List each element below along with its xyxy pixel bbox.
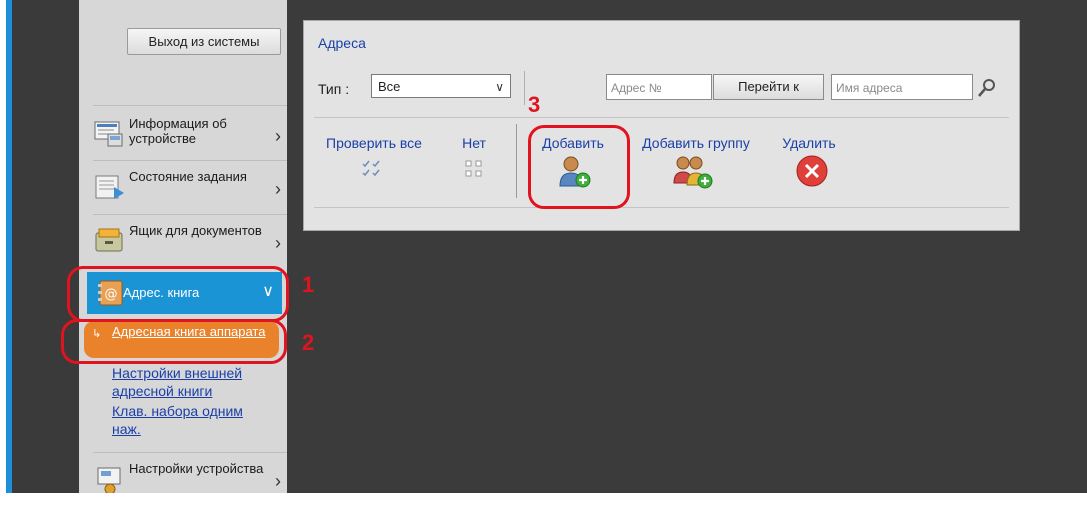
logout-button[interactable]: Выход из системы <box>127 28 281 55</box>
device-settings-icon <box>97 467 121 493</box>
address-number-input[interactable]: Адрес № <box>606 74 712 100</box>
delete-icon[interactable] <box>795 154 829 188</box>
address-name-input[interactable]: Имя адреса <box>831 74 973 100</box>
chevron-right-icon: › <box>275 126 281 146</box>
sidebar-divider <box>93 160 287 161</box>
callout-number-1: 1 <box>302 272 315 297</box>
panel-title: Адреса <box>318 35 366 51</box>
add-group-icon[interactable] <box>672 153 716 191</box>
type-label: Тип : <box>318 81 350 97</box>
callout-ring-1 <box>67 266 289 322</box>
sidebar-item-label: Информация об устройстве <box>129 116 227 146</box>
none-label[interactable]: Нет <box>456 135 492 151</box>
sidebar-item-device-info[interactable]: Информация об устройстве › <box>93 110 287 162</box>
divider <box>314 207 1009 208</box>
sidebar-item-label: Настройки устройства <box>129 461 264 476</box>
search-icon[interactable] <box>977 78 997 98</box>
browser-viewport: Выход из системы Информация об устройств… <box>0 0 1087 493</box>
chevron-right-icon: › <box>275 471 281 491</box>
sidebar-subitem-external-address-book[interactable]: Настройки внешней адресной книги <box>112 364 272 400</box>
chevron-right-icon: › <box>275 179 281 199</box>
sidebar-divider <box>93 214 287 215</box>
sidebar-item-label: Состояние задания <box>129 169 247 184</box>
sidebar-item-document-box[interactable]: Ящик для документов › <box>93 217 287 269</box>
callout-number-3: 3 <box>528 92 541 117</box>
callout-ring-2 <box>61 319 287 364</box>
sidebar-divider <box>93 452 287 453</box>
divider <box>516 124 517 198</box>
device-info-icon <box>94 121 123 147</box>
sidebar-item-job-status[interactable]: Состояние задания › <box>93 163 287 215</box>
callout-number-2: 2 <box>302 330 315 355</box>
divider <box>524 71 525 105</box>
add-group-label[interactable]: Добавить группу <box>631 135 761 151</box>
uncheck-all-icon[interactable] <box>465 160 483 178</box>
callout-ring-3 <box>528 125 630 209</box>
type-select[interactable]: Все ∨ <box>371 74 511 98</box>
delete-label[interactable]: Удалить <box>774 135 844 151</box>
divider <box>314 117 1009 118</box>
chevron-down-icon: ∨ <box>495 80 504 94</box>
sidebar-item-device-settings[interactable]: Настройки устройства › <box>93 455 287 507</box>
chevron-right-icon: › <box>275 233 281 253</box>
type-select-value: Все <box>378 79 401 94</box>
left-dark-strip <box>12 0 79 493</box>
job-status-icon <box>95 175 124 199</box>
sidebar-item-label: Ящик для документов <box>129 223 262 238</box>
check-all-icon[interactable] <box>362 159 382 177</box>
document-box-icon <box>95 228 123 252</box>
sidebar-divider <box>93 105 287 106</box>
goto-button[interactable]: Перейти к <box>713 74 824 100</box>
addresses-panel: Адреса Тип : Все ∨ Адрес № Перейти к Имя… <box>303 20 1020 231</box>
check-all-label[interactable]: Проверить все <box>318 135 430 151</box>
sidebar-subitem-one-touch-keys[interactable]: Клав. набора одним наж. <box>112 402 272 438</box>
